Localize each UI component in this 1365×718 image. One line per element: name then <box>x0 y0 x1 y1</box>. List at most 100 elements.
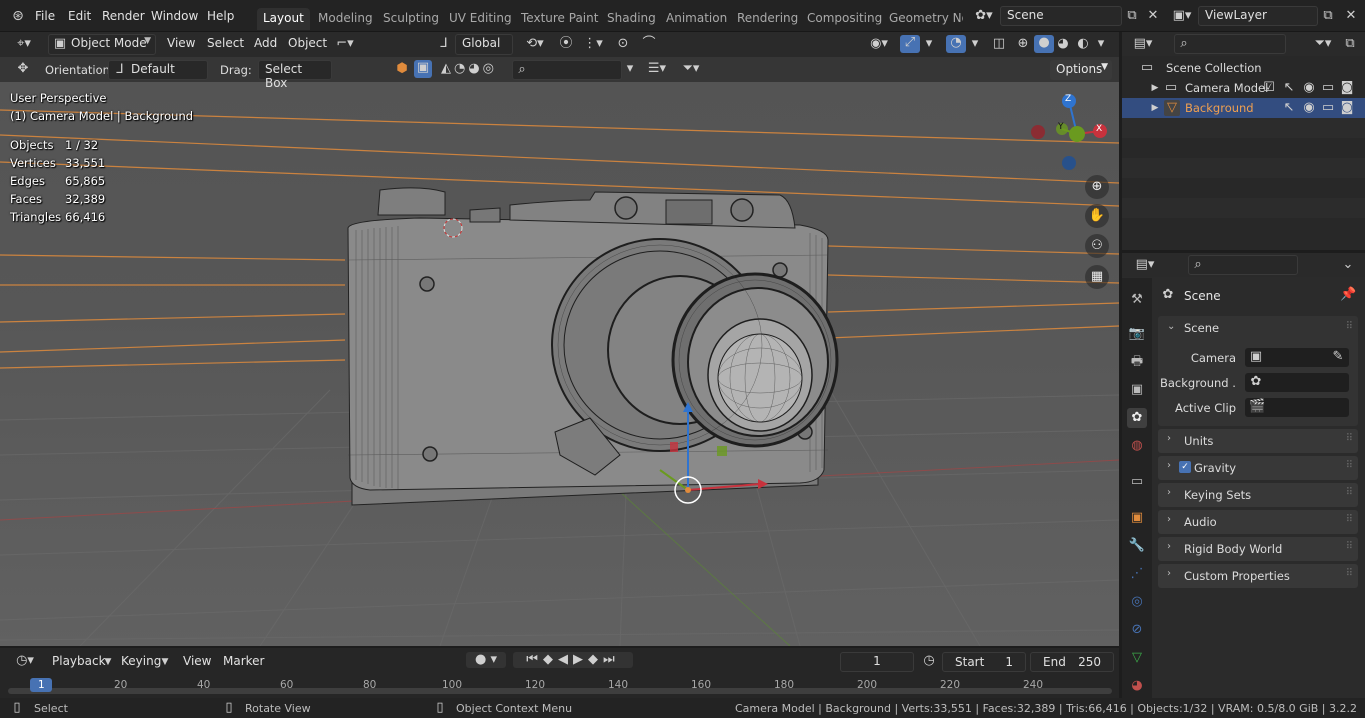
select-arrow-icon[interactable]: ↖ <box>1282 100 1296 116</box>
viewport-mode-extras-icon[interactable]: ⌐▾ <box>330 36 360 52</box>
new-scene-icon[interactable]: ⧉ <box>1124 8 1140 24</box>
menu-marker[interactable]: Marker <box>223 654 264 670</box>
tab-uv-editing[interactable]: UV Editing <box>443 8 518 30</box>
render-camera-icon[interactable]: ◙ <box>1340 100 1354 116</box>
audio-panel[interactable]: › Audio ⠿ <box>1158 510 1358 534</box>
view-layer-icon[interactable]: ▣▾ <box>1170 8 1194 24</box>
expand-arrow-icon[interactable]: ▶ <box>1150 100 1160 116</box>
drag-handle-icon[interactable]: ⠿ <box>1346 487 1353 498</box>
shading-menu-icon[interactable]: ▾ <box>1094 36 1108 52</box>
tab-geometry-nodes[interactable]: Geometry Noc <box>883 8 963 30</box>
current-frame-field[interactable]: 1 <box>840 652 914 672</box>
blender-logo-icon[interactable]: ⊛ <box>8 8 28 24</box>
falloff-icon[interactable]: ⌒ <box>634 36 664 52</box>
remove-view-layer-icon[interactable]: ✕ <box>1343 8 1359 24</box>
drag-handle-icon[interactable]: ⠿ <box>1346 568 1353 579</box>
rigid-body-world-panel[interactable]: › Rigid Body World ⠿ <box>1158 537 1358 561</box>
camera-view-icon[interactable]: ⚇ <box>1085 234 1109 258</box>
render-camera-icon[interactable]: ◙ <box>1340 80 1354 96</box>
menu-add[interactable]: Add <box>254 36 277 52</box>
options-button[interactable]: Options ▼ <box>1050 60 1112 80</box>
sort-icon[interactable]: ☰▾ <box>642 61 672 77</box>
visibility-icon[interactable]: ◉▾ <box>864 36 894 52</box>
color-filter-icon[interactable]: ⬢ <box>394 61 410 77</box>
tab-texture-paint[interactable]: Texture Paint <box>515 8 604 30</box>
material-tab-icon[interactable]: ◕ <box>1127 676 1147 696</box>
camera-field[interactable]: ▣ ✎ <box>1245 348 1349 367</box>
filter-funnel-icon[interactable]: ⏷▾ <box>676 61 706 77</box>
snap-target-icon[interactable]: ⋮▾ <box>578 36 608 52</box>
zoom-icon[interactable]: ⊕ <box>1085 175 1109 199</box>
menu-playback[interactable]: Playback <box>52 654 106 670</box>
move-tool-icon[interactable]: ✥ <box>14 61 32 77</box>
editor-type-icon[interactable]: ⌖▾ <box>10 36 38 52</box>
gravity-checkbox[interactable]: ✓ <box>1179 461 1191 473</box>
search-menu-icon[interactable]: ▾ <box>622 61 638 77</box>
output-tab-icon[interactable]: 🖶 <box>1127 352 1147 372</box>
gizmo-menu-icon[interactable]: ▾ <box>922 36 936 52</box>
monitor-icon[interactable]: ▭ <box>1321 100 1335 116</box>
filter-icons[interactable]: ◭◔◕◎ <box>434 61 504 77</box>
pivot-point-icon[interactable]: ⟲▾ <box>520 36 550 52</box>
tab-modeling[interactable]: Modeling <box>312 8 379 30</box>
drag-handle-icon[interactable]: ⠿ <box>1346 433 1353 444</box>
xray-toggle-icon[interactable]: ◫ <box>990 36 1008 52</box>
scene-selector[interactable]: Scene <box>1000 6 1122 26</box>
tab-layout[interactable]: Layout <box>257 8 310 30</box>
chevron-down-icon[interactable]: ⌄ <box>1340 257 1356 273</box>
pin-icon[interactable]: 📌 <box>1340 287 1356 303</box>
drag-handle-icon[interactable]: ⠿ <box>1346 321 1353 332</box>
particles-tab-icon[interactable]: ⋰ <box>1127 564 1147 584</box>
tree-row-camera-model[interactable]: ▶ ▭ Camera Model ☑ ↖ ◉ ▭ ◙ <box>1122 78 1365 98</box>
monitor-icon[interactable]: ▭ <box>1321 80 1335 96</box>
menu-file[interactable]: File <box>35 9 55 25</box>
view-layer-tab-icon[interactable]: ▣ <box>1127 380 1147 400</box>
remove-scene-icon[interactable]: ✕ <box>1145 8 1161 24</box>
collection-tab-icon[interactable]: ▭ <box>1127 472 1147 492</box>
overlays-toggle-icon[interactable]: ◔ <box>946 35 966 53</box>
select-arrow-icon[interactable]: ↖ <box>1282 80 1296 96</box>
outliner-editor-icon[interactable]: ▤▾ <box>1128 36 1158 52</box>
navigation-gizmo[interactable]: Z Y X <box>1025 87 1115 177</box>
snap-toggle-icon[interactable]: ⦿ <box>556 36 576 52</box>
tool-search-input[interactable]: ⌕ <box>512 60 622 80</box>
properties-editor-icon[interactable]: ▤▾ <box>1130 257 1160 273</box>
menu-keying[interactable]: Keying <box>121 654 161 670</box>
eyedropper-icon[interactable]: ✎ <box>1331 349 1345 365</box>
constraints-tab-icon[interactable]: ⊘ <box>1127 620 1147 640</box>
menu-help[interactable]: Help <box>207 9 234 25</box>
wireframe-shading-icon[interactable]: ⊕ <box>1014 36 1032 52</box>
mode-selector[interactable]: ▣ Object Mode ▼ <box>48 34 156 55</box>
tool-tab-icon[interactable]: ⚒ <box>1127 290 1147 310</box>
checkbox-icon[interactable]: ☑ <box>1262 80 1276 96</box>
background-field[interactable]: ✿ <box>1245 373 1349 392</box>
end-frame-field[interactable]: End 250 <box>1030 652 1114 672</box>
physics-tab-icon[interactable]: ◎ <box>1127 592 1147 612</box>
gizmo-toggle-icon[interactable]: ⤢ <box>900 35 920 53</box>
modifier-tab-icon[interactable]: 🔧 <box>1127 536 1147 556</box>
drag-handle-icon[interactable]: ⠿ <box>1346 460 1353 471</box>
rendered-shading-icon[interactable]: ◐ <box>1074 36 1092 52</box>
outliner-search-input[interactable]: ⌕ <box>1174 34 1286 54</box>
world-tab-icon[interactable]: ◍ <box>1127 436 1147 456</box>
overlays-menu-icon[interactable]: ▾ <box>968 36 982 52</box>
pan-hand-icon[interactable]: ✋ <box>1085 204 1109 228</box>
tree-row-background[interactable]: ▶ ▽ Background ↖ ◉ ▭ ◙ <box>1122 98 1365 118</box>
scene-tab-icon[interactable]: ✿ <box>1127 408 1147 428</box>
scene-panel-header[interactable]: ⌄ Scene ⠿ <box>1158 316 1358 340</box>
new-view-layer-icon[interactable]: ⧉ <box>1320 8 1336 24</box>
gravity-panel[interactable]: › ✓ Gravity ⠿ <box>1158 456 1358 480</box>
start-frame-field[interactable]: Start 1 <box>942 652 1026 672</box>
perspective-toggle-icon[interactable]: ▦ <box>1085 265 1109 289</box>
active-clip-field[interactable]: 🎬 <box>1245 398 1349 417</box>
select-mode-icon[interactable]: ▣ <box>414 60 432 78</box>
stopwatch-icon[interactable]: ◷ <box>920 653 938 669</box>
outliner-filter-icon[interactable]: ⏷▾ <box>1308 36 1338 52</box>
menu-object[interactable]: Object <box>288 36 327 52</box>
properties-search-input[interactable]: ⌕ <box>1188 255 1298 275</box>
record-button-icon[interactable]: ● ▾ <box>466 652 506 668</box>
tree-row-scene-collection[interactable]: ▭ Scene Collection <box>1122 58 1365 78</box>
tab-animation[interactable]: Animation <box>660 8 733 30</box>
keying-sets-panel[interactable]: › Keying Sets ⠿ <box>1158 483 1358 507</box>
orientation-selector[interactable]: ⅃ Default <box>108 60 208 80</box>
